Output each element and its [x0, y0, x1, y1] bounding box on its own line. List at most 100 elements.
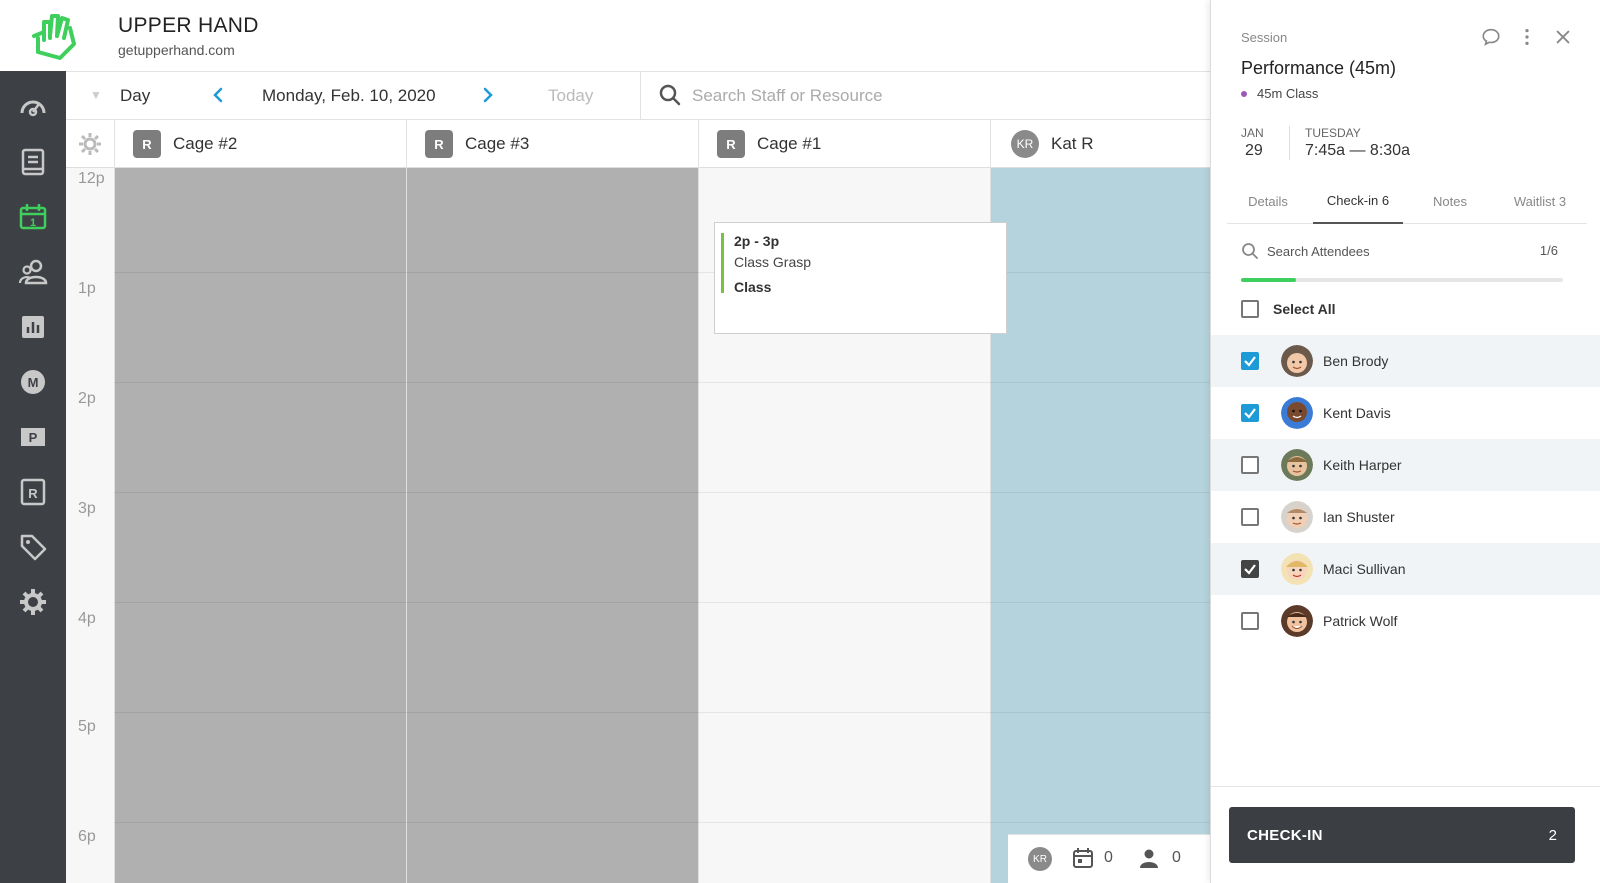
sidebar-item-tags[interactable] — [16, 530, 50, 564]
select-all-checkbox[interactable] — [1241, 300, 1259, 318]
attendee-checkbox[interactable] — [1241, 456, 1259, 474]
app-header: UPPER HAND getupperhand.com — [0, 0, 1210, 72]
sidebar-item-reports[interactable] — [16, 310, 50, 344]
time-column: 12p 1p 2p 3p 4p 5p 6p — [66, 168, 114, 883]
settings-icon — [20, 589, 46, 615]
check-in-footer: CHECK-IN 2 — [1211, 786, 1600, 883]
calendar-event-class-grasp[interactable]: 2p - 3p Class Grasp Class — [714, 222, 1007, 334]
panel-actions — [1480, 26, 1574, 48]
column-header-kat-r[interactable]: KR Kat R — [990, 120, 1210, 168]
svg-text:1: 1 — [30, 217, 36, 229]
event-time: 2p - 3p — [734, 233, 780, 249]
tag-icon — [20, 534, 47, 561]
attendee-name: Maci Sullivan — [1323, 561, 1406, 577]
chevron-right-icon — [483, 87, 493, 103]
time-label: 1p — [78, 280, 96, 297]
resources-icon: R — [20, 478, 46, 506]
tab-waitlist[interactable]: Waitlist 3 — [1493, 178, 1587, 224]
sidebar-item-settings[interactable] — [16, 585, 50, 619]
tab-notes[interactable]: Notes — [1409, 178, 1491, 224]
resource-badge: R — [133, 130, 161, 158]
sidebar-item-book[interactable] — [16, 145, 50, 179]
select-all-label: Select All — [1273, 301, 1336, 317]
upper-hand-logo-icon[interactable] — [30, 8, 80, 62]
column-label: Cage #2 — [173, 134, 238, 153]
attendee-row[interactable]: Patrick Wolf — [1211, 595, 1600, 647]
tab-details[interactable]: Details — [1227, 178, 1309, 224]
sidebar-item-calendar[interactable]: 1 — [16, 200, 50, 234]
lane-cage-2-unavailable[interactable] — [114, 168, 406, 883]
select-all-row[interactable]: Select All — [1241, 300, 1336, 318]
previous-day-button[interactable] — [206, 82, 230, 108]
attendee-checkbox[interactable] — [1241, 612, 1259, 630]
attendee-checkbox[interactable] — [1241, 404, 1259, 422]
attendee-checkbox[interactable] — [1241, 508, 1259, 526]
sidebar-item-marketing[interactable]: M — [16, 365, 50, 399]
session-subtitle: 45m Class — [1241, 86, 1318, 101]
check-in-progress-fill — [1241, 278, 1296, 282]
sidebar-item-dashboard[interactable] — [16, 91, 50, 125]
session-weekday: TUESDAY — [1305, 126, 1361, 140]
next-day-button[interactable] — [476, 82, 500, 108]
avatar — [1281, 501, 1313, 533]
time-label: 3p — [78, 500, 96, 517]
users-icon — [18, 259, 48, 285]
attendee-checkbox[interactable] — [1241, 560, 1259, 578]
attendee-row[interactable]: Maci Sullivan — [1211, 543, 1600, 595]
time-label: 5p — [78, 718, 96, 735]
session-title: Performance (45m) — [1241, 58, 1397, 78]
column-label: Cage #1 — [757, 134, 822, 153]
attendee-row[interactable]: Ian Shuster — [1211, 491, 1600, 543]
comment-icon[interactable] — [1480, 26, 1502, 48]
current-date[interactable]: Monday, Feb. 10, 2020 — [262, 86, 436, 106]
today-button[interactable]: Today — [548, 86, 593, 106]
more-options-icon[interactable] — [1516, 26, 1538, 48]
attendee-name: Ben Brody — [1323, 353, 1389, 369]
sidebar-item-clients[interactable] — [16, 255, 50, 289]
attendee-row[interactable]: Kent Davis — [1211, 387, 1600, 439]
attendee-name: Ian Shuster — [1323, 509, 1395, 525]
column-header-cage-2[interactable]: R Cage #2 — [114, 120, 406, 168]
hour-gridline — [114, 382, 1210, 383]
book-icon — [21, 148, 45, 176]
search-icon — [1241, 242, 1259, 260]
attendee-row[interactable]: Keith Harper — [1211, 439, 1600, 491]
avatar — [1281, 553, 1313, 585]
staff-avatar: KR — [1011, 130, 1039, 158]
column-settings-gear-icon[interactable] — [78, 132, 102, 156]
check-in-button[interactable]: CHECK-IN 2 — [1229, 807, 1575, 863]
staff-summary-footer: KR 0 0 — [1008, 834, 1210, 883]
close-icon[interactable] — [1552, 26, 1574, 48]
session-panel: Session Performance (45m) 45m Class JAN … — [1210, 0, 1600, 883]
calendar-icon — [1072, 847, 1094, 869]
column-header-cage-3[interactable]: R Cage #3 — [406, 120, 698, 168]
sidebar-item-resources[interactable]: R — [16, 475, 50, 509]
time-label: 6p — [78, 828, 96, 845]
calendar-toolbar: ▼ Day Monday, Feb. 10, 2020 Today — [66, 72, 1210, 120]
session-subtitle-text: 45m Class — [1257, 86, 1319, 101]
attendee-search-input[interactable] — [1267, 241, 1527, 261]
column-header-cage-1[interactable]: R Cage #1 — [698, 120, 990, 168]
event-type-dot-icon — [1241, 90, 1247, 97]
lane-kat-r[interactable] — [990, 168, 1210, 883]
checked-in-count: 1/6 — [1539, 243, 1558, 258]
hour-gridline — [114, 822, 1210, 823]
avatar — [1281, 605, 1313, 637]
sidebar-item-pos[interactable]: P — [16, 420, 50, 454]
avatar — [1281, 397, 1313, 429]
hour-gridline — [114, 712, 1210, 713]
session-time-range: 7:45a — 8:30a — [1305, 142, 1410, 159]
session-month: JAN — [1241, 126, 1264, 140]
staff-resource-search-input[interactable] — [692, 82, 1192, 110]
time-label: 12p — [78, 170, 105, 187]
view-dropdown-chevron-icon[interactable]: ▼ — [90, 88, 102, 102]
attendee-checkbox[interactable] — [1241, 352, 1259, 370]
check-in-progress-bar — [1241, 278, 1563, 282]
attendee-row[interactable]: Ben Brody — [1211, 335, 1600, 387]
tab-check-in[interactable]: Check-in 6 — [1313, 178, 1403, 224]
resource-badge: R — [717, 130, 745, 158]
column-label: Cage #3 — [465, 134, 530, 153]
date-divider — [1289, 126, 1290, 160]
lane-cage-3-unavailable[interactable] — [406, 168, 698, 883]
view-selector[interactable]: Day — [120, 86, 150, 106]
